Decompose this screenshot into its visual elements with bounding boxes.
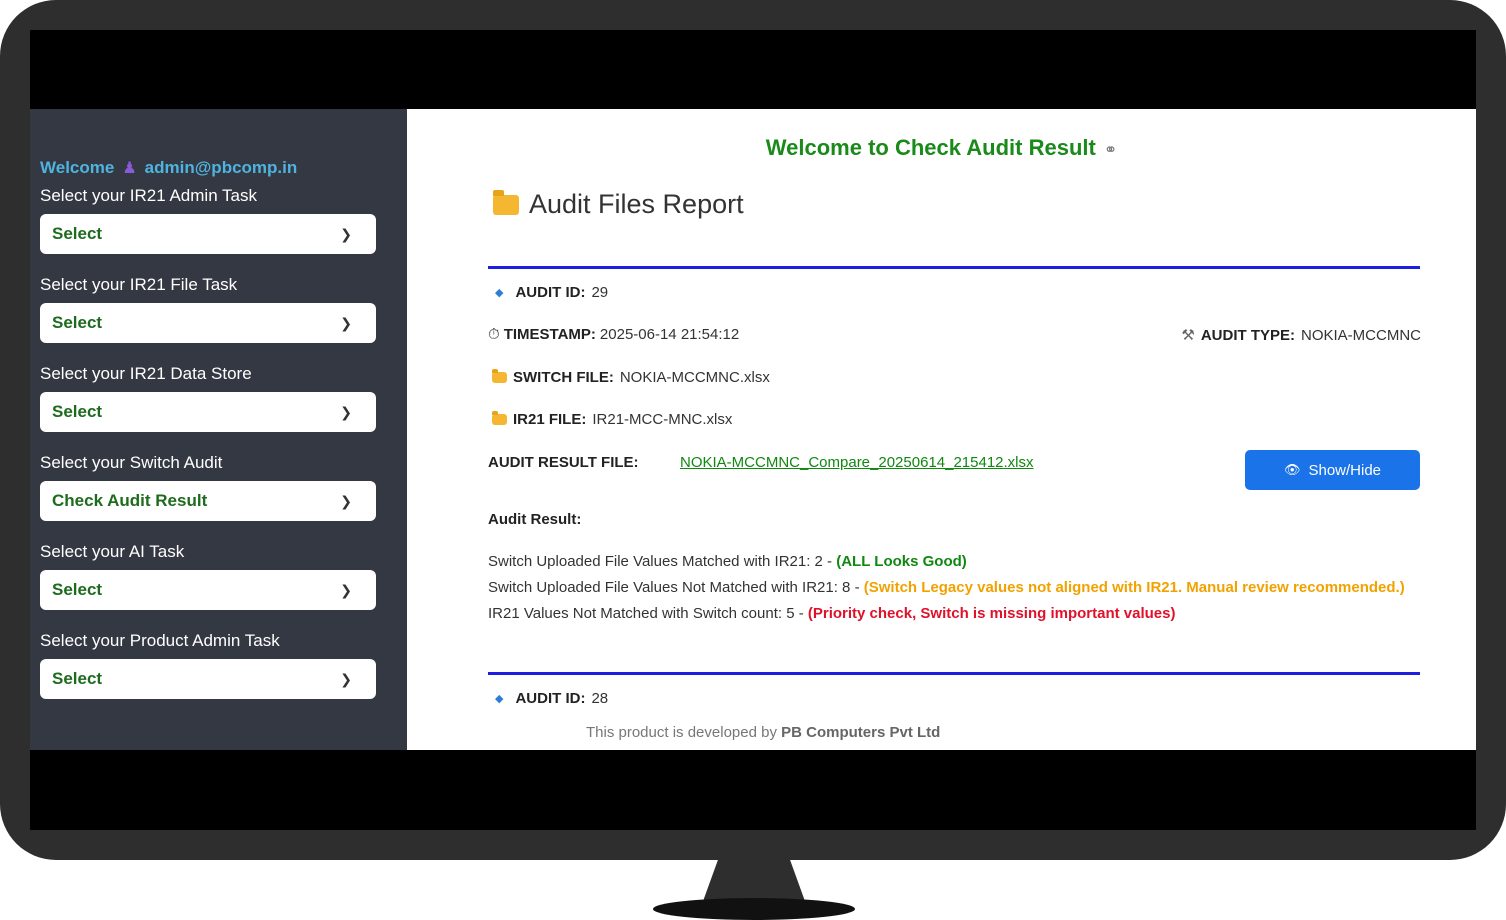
switch-file-value: NOKIA-MCCMNC.xlsx <box>619 369 770 386</box>
ir21-data-store-select[interactable]: Select ❯ <box>40 392 376 432</box>
result-note-good: (ALL Looks Good) <box>836 553 967 570</box>
page-title-text: Welcome to Check Audit Result <box>765 135 1096 160</box>
report-heading: Audit Files Report <box>493 189 744 220</box>
task-group-switch-audit: Select your Switch Audit Check Audit Res… <box>40 452 407 521</box>
audit-id-label: AUDIT ID: <box>515 690 586 707</box>
footer-company: PB Computers Pvt Ltd <box>781 724 941 741</box>
result-text: IR21 Values Not Matched with Switch coun… <box>488 605 808 622</box>
section-divider <box>488 266 1420 269</box>
result-note-critical: (Priority check, Switch is missing impor… <box>807 605 1176 622</box>
folder-icon <box>492 369 507 383</box>
task-group-ai: Select your AI Task Select ❯ <box>40 541 407 610</box>
select-value: Check Audit Result <box>52 491 208 510</box>
link-icon[interactable]: ⚭ <box>1104 142 1117 159</box>
ir21-file-value: IR21-MCC-MNC.xlsx <box>592 411 733 428</box>
chevron-down-icon: ❯ <box>340 314 352 331</box>
stopwatch-icon: ⏱ <box>488 326 500 343</box>
switch-file-row: SWITCH FILE: NOKIA-MCCMNC.xlsx <box>492 369 770 386</box>
diamond-icon: ◆ <box>495 693 504 705</box>
task-group-ir21-data-store: Select your IR21 Data Store Select ❯ <box>40 363 407 432</box>
result-text: Switch Uploaded File Values Matched with… <box>488 553 837 570</box>
product-admin-task-select[interactable]: Select ❯ <box>40 659 376 699</box>
result-line-not-matched: Switch Uploaded File Values Not Matched … <box>488 579 1405 596</box>
audit-type-label: AUDIT TYPE: <box>1200 326 1295 344</box>
user-email: admin@pbcomp.in <box>144 158 298 177</box>
switch-audit-select[interactable]: Check Audit Result ❯ <box>40 481 376 521</box>
audit-type-row: ⚒ AUDIT TYPE: NOKIA-MCCMNC <box>1181 326 1421 345</box>
user-icon: ♟ <box>122 160 137 177</box>
select-value: Select <box>52 580 103 599</box>
audit-type-value: NOKIA-MCCMNC <box>1301 326 1421 344</box>
result-file-link[interactable]: NOKIA-MCCMNC_Compare_20250614_215412.xls… <box>680 454 1034 471</box>
section-divider <box>488 672 1420 675</box>
select-value: Select <box>52 313 103 332</box>
folder-icon <box>492 411 507 425</box>
page-title: Welcome to Check Audit Result ⚭ <box>407 135 1476 161</box>
task-label: Select your IR21 File Task <box>40 275 238 294</box>
task-group-product-admin: Select your Product Admin Task Select ❯ <box>40 630 407 699</box>
task-label: Select your IR21 Data Store <box>40 364 252 383</box>
audit-id-row: ◆ AUDIT ID: 28 <box>495 690 608 707</box>
tools-icon: ⚒ <box>1181 327 1195 344</box>
monitor-screen: Welcome ♟ admin@pbcomp.in Select your IR… <box>30 30 1476 830</box>
monitor-stand-base <box>653 898 855 920</box>
welcome-line: Welcome ♟ admin@pbcomp.in <box>40 157 407 179</box>
ir21-file-task-select[interactable]: Select ❯ <box>40 303 376 343</box>
diamond-icon: ◆ <box>495 287 504 299</box>
task-label: Select your IR21 Admin Task <box>40 186 258 205</box>
task-label: Select your Product Admin Task <box>40 631 280 650</box>
timestamp-value: 2025-06-14 21:54:12 <box>599 326 740 343</box>
timestamp-row: ⏱ TIMESTAMP: 2025-06-14 21:54:12 <box>488 326 739 343</box>
chevron-down-icon: ❯ <box>340 581 352 598</box>
result-text: Switch Uploaded File Values Not Matched … <box>488 579 864 596</box>
audit-result-heading: Audit Result: <box>488 511 581 528</box>
ir21-admin-task-select[interactable]: Select ❯ <box>40 214 376 254</box>
chevron-down-icon: ❯ <box>340 670 352 687</box>
result-line-ir21-missing: IR21 Values Not Matched with Switch coun… <box>488 605 1175 622</box>
select-value: Select <box>52 224 103 243</box>
select-value: Select <box>52 669 103 688</box>
app-window: Welcome ♟ admin@pbcomp.in Select your IR… <box>30 109 1476 750</box>
task-label: Select your Switch Audit <box>40 453 223 472</box>
sidebar: Welcome ♟ admin@pbcomp.in Select your IR… <box>30 109 407 750</box>
chevron-down-icon: ❯ <box>340 225 352 242</box>
switch-file-label: SWITCH FILE: <box>513 369 614 386</box>
main-content: Welcome to Check Audit Result ⚭ Audit Fil… <box>407 109 1476 750</box>
timestamp-label: TIMESTAMP: <box>503 326 596 343</box>
chevron-down-icon: ❯ <box>340 492 352 509</box>
footer-prefix: This product is developed by <box>586 724 782 741</box>
select-value: Select <box>52 402 103 421</box>
task-group-ir21-admin: Select your IR21 Admin Task Select ❯ <box>40 185 407 254</box>
result-line-matched: Switch Uploaded File Values Matched with… <box>488 553 967 570</box>
show-hide-button[interactable]: 👁 Show/Hide <box>1245 450 1420 490</box>
audit-id-value: 28 <box>591 690 609 707</box>
ai-task-select[interactable]: Select ❯ <box>40 570 376 610</box>
footer: This product is developed by PB Computer… <box>586 724 940 741</box>
ir21-file-row: IR21 FILE: IR21-MCC-MNC.xlsx <box>492 411 732 428</box>
task-label: Select your AI Task <box>40 542 185 561</box>
result-note-warning: (Switch Legacy values not aligned with I… <box>863 579 1405 596</box>
audit-id-value: 29 <box>591 284 609 301</box>
show-hide-label: Show/Hide <box>1308 461 1382 479</box>
result-file-row: AUDIT RESULT FILE: <box>488 454 639 471</box>
audit-id-row: ◆ AUDIT ID: 29 <box>495 284 608 301</box>
audit-id-label: AUDIT ID: <box>515 284 586 301</box>
chevron-down-icon: ❯ <box>340 403 352 420</box>
open-folder-icon <box>493 189 519 215</box>
audit-result-heading-text: Audit Result: <box>488 511 582 528</box>
ir21-file-label: IR21 FILE: <box>513 411 587 428</box>
eye-icon: 👁 <box>1283 462 1301 477</box>
welcome-label: Welcome <box>40 158 115 177</box>
report-heading-text: Audit Files Report <box>529 189 744 219</box>
result-file-label: AUDIT RESULT FILE: <box>488 454 639 471</box>
task-group-ir21-file: Select your IR21 File Task Select ❯ <box>40 274 407 343</box>
